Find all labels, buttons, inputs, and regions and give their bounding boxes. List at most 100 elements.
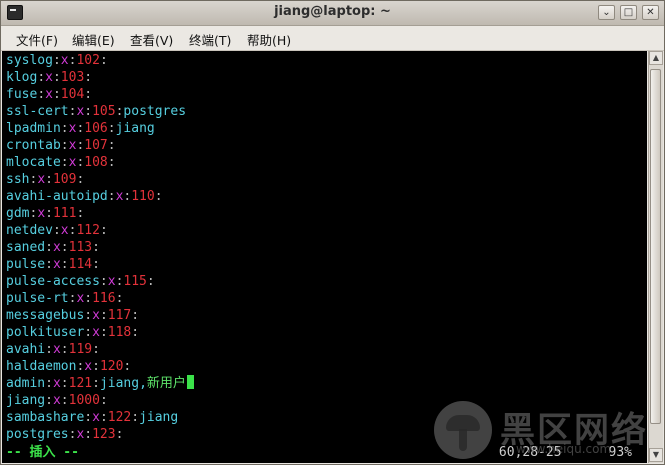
menu-file[interactable]: 文件(F) <box>16 30 58 49</box>
group-id: 110 <box>131 189 155 204</box>
terminal-line: saned:x:113: <box>6 240 100 255</box>
group-id: 108 <box>84 155 108 170</box>
group-id: 107 <box>84 138 108 153</box>
vim-status-line: -- 插入 -- 60,28-25 93% <box>6 444 642 461</box>
group-members: postgres <box>123 104 187 119</box>
vertical-scrollbar[interactable]: ▲ ▼ <box>648 51 663 463</box>
group-password: x <box>60 223 69 238</box>
terminal-line: pulse:x:114: <box>6 257 100 272</box>
group-name: avahi-autoipd <box>6 189 108 204</box>
group-id: 122 <box>107 410 132 425</box>
scroll-percent: 93% <box>608 445 632 460</box>
group-id: 109 <box>52 172 77 187</box>
group-password: x <box>52 342 61 357</box>
group-id: 120 <box>99 359 124 374</box>
group-name: fuse <box>6 87 38 102</box>
terminal-line: ssh:x:109: <box>6 172 85 187</box>
cursor-line-col: 60,28-25 <box>498 445 562 460</box>
group-password: x <box>60 53 69 68</box>
group-members: jiang, <box>99 376 147 391</box>
group-name: ssl-cert <box>6 104 69 119</box>
scrollbar-thumb[interactable] <box>650 69 661 424</box>
scroll-up-arrow-icon[interactable]: ▲ <box>649 51 663 65</box>
group-id: 115 <box>123 274 147 289</box>
terminal-line: klog:x:103: <box>6 70 93 85</box>
group-id: 104 <box>60 87 85 102</box>
group-name: gdm <box>6 206 30 221</box>
group-password: x <box>45 70 53 85</box>
group-name: pulse-access <box>6 274 100 289</box>
group-members: jiang <box>139 410 179 425</box>
menu-edit[interactable]: 编辑(E) <box>72 30 115 49</box>
terminal-line: pulse-rt:x:116: <box>6 291 124 306</box>
group-id: 119 <box>68 342 93 357</box>
text-cursor <box>186 375 194 389</box>
terminal-line: jiang:x:1000: <box>6 393 108 408</box>
group-members: jiang <box>115 121 155 136</box>
terminal-line: netdev:x:112: <box>6 223 108 238</box>
group-id: 103 <box>60 70 85 85</box>
group-name: postgres <box>6 427 69 442</box>
group-password: x <box>52 257 61 272</box>
window-title: jiang@laptop: ~ <box>274 4 391 19</box>
scroll-down-arrow-icon[interactable]: ▼ <box>649 448 663 462</box>
menu-view[interactable]: 查看(V) <box>130 30 173 49</box>
group-password: x <box>37 206 46 221</box>
group-password: x <box>92 410 100 425</box>
group-id: 113 <box>68 240 93 255</box>
terminal-line: polkituser:x:118: <box>6 325 140 340</box>
group-name: avahi <box>6 342 46 357</box>
group-name: lpadmin <box>6 121 61 136</box>
group-password: x <box>92 308 100 323</box>
group-name: ssh <box>6 172 30 187</box>
group-name: polkituser <box>6 325 85 340</box>
terminal-line: ssl-cert:x:105:postgres <box>6 104 187 119</box>
group-id: 116 <box>92 291 116 306</box>
menu-bar: 文件(F) 编辑(E) 查看(V) 终端(T) 帮助(H) <box>1 26 664 51</box>
group-password: x <box>92 325 100 340</box>
terminal-line: haldaemon:x:120: <box>6 359 132 374</box>
group-password: x <box>52 393 61 408</box>
terminal-output[interactable]: postgres:x:123: sambashare:x:122:jiang jia… <box>2 51 647 463</box>
group-name: klog <box>6 70 38 85</box>
group-name: admin <box>6 376 46 391</box>
minimize-button[interactable]: ⌄ <box>598 5 615 20</box>
group-id: 117 <box>107 308 132 323</box>
group-id: 114 <box>68 257 93 272</box>
group-password: x <box>52 240 61 255</box>
terminal-line: syslog:x:102: <box>6 53 108 68</box>
menu-terminal[interactable]: 终端(T) <box>189 30 231 49</box>
group-id: 106 <box>84 121 108 136</box>
terminal-line: pulse-access:x:115: <box>6 274 155 289</box>
title-bar[interactable]: jiang@laptop: ~ ⌄ □ ✕ <box>1 1 664 26</box>
group-id: 118 <box>107 325 132 340</box>
group-id: 112 <box>76 223 100 238</box>
group-password: x <box>37 172 46 187</box>
group-name: sambashare <box>6 410 85 425</box>
group-password: x <box>52 376 61 391</box>
terminal-line: gdm:x:111: <box>6 206 85 221</box>
group-id: 121 <box>68 376 93 391</box>
group-name: syslog <box>6 53 53 68</box>
group-name: netdev <box>6 223 53 238</box>
maximize-button[interactable]: □ <box>620 5 637 20</box>
terminal-line: fuse:x:104: <box>6 87 93 102</box>
group-name: messagebus <box>6 308 85 323</box>
terminal-line: sambashare:x:122:jiang <box>6 410 179 425</box>
insert-mode-indicator: -- 插入 -- <box>6 445 79 460</box>
group-name: pulse <box>6 257 46 272</box>
menu-help[interactable]: 帮助(H) <box>247 30 291 49</box>
group-name: saned <box>6 240 46 255</box>
terminal-line: postgres:x:123: <box>6 427 124 442</box>
terminal-line: crontab:x:107: <box>6 138 116 153</box>
group-id: 1000 <box>68 393 100 408</box>
group-name: jiang <box>6 393 46 408</box>
group-password: x <box>84 359 93 374</box>
group-id: 105 <box>92 104 116 119</box>
typed-text: 新用户 <box>146 376 186 391</box>
cursor-position: 60,28-25 93% <box>499 444 632 461</box>
group-id: 123 <box>92 427 116 442</box>
group-name: crontab <box>6 138 61 153</box>
close-button[interactable]: ✕ <box>642 5 659 20</box>
terminal-line: avahi-autoipd:x:110: <box>6 189 163 204</box>
